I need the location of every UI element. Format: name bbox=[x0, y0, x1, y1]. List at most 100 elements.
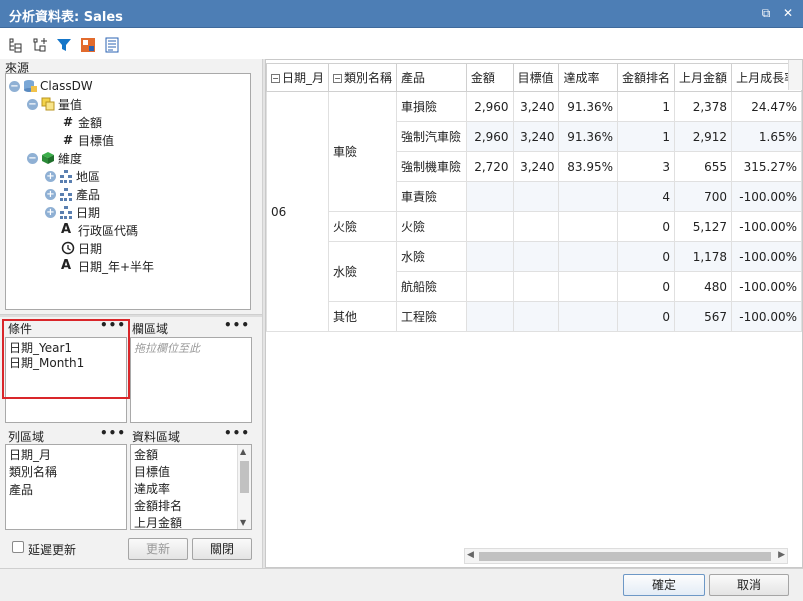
dialog-footer: 確定 取消 bbox=[0, 568, 803, 601]
close-panel-button[interactable]: 關閉 bbox=[192, 538, 252, 560]
close-icon[interactable]: ✕ bbox=[781, 6, 795, 20]
tree-node-measure[interactable]: # 金額 bbox=[61, 113, 102, 131]
cancel-button[interactable]: 取消 bbox=[709, 574, 789, 596]
tree-node-attribute[interactable]: A 日期_年+半年 bbox=[61, 257, 154, 275]
tree-node-dimension[interactable]: + 產品 bbox=[45, 185, 100, 203]
scroll-right-icon[interactable]: ▶ bbox=[778, 550, 785, 560]
tree-node-attribute[interactable]: 日期 bbox=[61, 239, 102, 257]
row-header-product[interactable]: 航船險 bbox=[396, 271, 467, 302]
row-field[interactable]: 類別名稱 bbox=[9, 463, 57, 480]
collapse-icon[interactable]: − bbox=[27, 98, 38, 110]
expand-icon[interactable]: + bbox=[45, 188, 56, 200]
header-cell-prev[interactable]: 上月金額 bbox=[674, 63, 733, 92]
row-header-category[interactable]: 火險 bbox=[328, 211, 398, 242]
data-menu-button[interactable]: ••• bbox=[224, 426, 250, 440]
grid-vertical-scrollbar[interactable] bbox=[788, 60, 802, 90]
expand-icon[interactable]: + bbox=[45, 206, 56, 218]
tree-node-measures[interactable]: − 量值 bbox=[27, 95, 82, 113]
clock-icon bbox=[61, 241, 75, 255]
cell-amount: 2,960 bbox=[465, 121, 514, 152]
row-header-month[interactable]: 06 bbox=[265, 91, 330, 332]
row-header-product[interactable]: 強制汽車險 bbox=[396, 121, 467, 152]
cell-target bbox=[512, 271, 560, 302]
cell-amount bbox=[465, 301, 514, 332]
scroll-down-icon[interactable]: ▼ bbox=[240, 518, 246, 527]
header-cell-target[interactable]: 目標值 bbox=[512, 63, 560, 92]
row-header-product[interactable]: 車責險 bbox=[396, 181, 467, 212]
data-zone[interactable]: 金額 目標值 達成率 金額排名 上月金額 ▲ ▼ bbox=[130, 444, 252, 530]
tree-node-dimension[interactable]: + 日期 bbox=[45, 203, 100, 221]
tree-node-root[interactable]: − ClassDW bbox=[9, 77, 93, 95]
row-header-product[interactable]: 強制機車險 bbox=[396, 151, 467, 182]
number-icon: # bbox=[62, 115, 74, 129]
data-field[interactable]: 金額 bbox=[134, 446, 158, 463]
settings-grid-icon[interactable] bbox=[80, 37, 96, 53]
scroll-thumb[interactable] bbox=[479, 552, 771, 561]
cell-growth: -100.00% bbox=[731, 271, 802, 302]
panel-splitter[interactable] bbox=[0, 314, 262, 317]
hierarchy-icon bbox=[60, 188, 72, 201]
columns-zone[interactable]: 拖拉欄位至此 bbox=[130, 337, 252, 423]
popout-icon[interactable]: ⧉ bbox=[759, 6, 773, 20]
report-icon[interactable] bbox=[104, 37, 120, 53]
cell-growth: 315.27% bbox=[731, 151, 802, 182]
scroll-left-icon[interactable]: ◀ bbox=[467, 550, 474, 560]
grid-horizontal-scrollbar[interactable]: ◀ ▶ bbox=[464, 548, 788, 564]
row-header-product[interactable]: 車損險 bbox=[396, 91, 467, 122]
row-field[interactable]: 產品 bbox=[9, 481, 33, 498]
header-cell-month[interactable]: − 日期_月 bbox=[265, 63, 330, 92]
row-field[interactable]: 日期_月 bbox=[9, 446, 51, 463]
rows-menu-button[interactable]: ••• bbox=[100, 426, 126, 440]
collapse-icon[interactable]: − bbox=[333, 74, 343, 83]
add-field-icon[interactable] bbox=[32, 37, 48, 53]
tree-node-dimension[interactable]: + 地區 bbox=[45, 167, 100, 185]
update-button[interactable]: 更新 bbox=[128, 538, 188, 560]
pivot-grid-panel: − 日期_月 − 類別名稱 產品 金額 目標值 達成率 金額排名 上月金額 上月成長… bbox=[265, 59, 803, 568]
collapse-icon[interactable]: − bbox=[27, 152, 38, 164]
header-cell-rate[interactable]: 達成率 bbox=[558, 63, 619, 92]
tree-node-measure[interactable]: # 目標值 bbox=[61, 131, 114, 149]
row-header-category[interactable]: 其他 bbox=[328, 301, 398, 332]
table-row: 其他 工程險 0 567 -100.00% bbox=[267, 301, 802, 332]
data-zone-scrollbar[interactable]: ▲ ▼ bbox=[237, 445, 251, 529]
tree-layout-icon[interactable] bbox=[8, 37, 24, 53]
row-header-category[interactable]: 車險 bbox=[328, 91, 398, 212]
tree-node-dimensions[interactable]: − 維度 bbox=[27, 149, 82, 167]
row-header-product[interactable]: 水險 bbox=[396, 241, 467, 272]
header-cell-category[interactable]: − 類別名稱 bbox=[328, 63, 398, 92]
cell-rate bbox=[558, 211, 619, 242]
cell-amount bbox=[465, 241, 514, 272]
window-title: 分析資料表: Sales bbox=[9, 10, 123, 25]
cell-amount bbox=[465, 271, 514, 302]
source-tree: − ClassDW − 量值 # 金額 # 目標值 − 維度 + 地區 + 產品… bbox=[5, 73, 251, 310]
highlight-box bbox=[2, 319, 130, 399]
tree-node-attribute[interactable]: A 行政區代碼 bbox=[61, 221, 138, 239]
header-cell-product[interactable]: 產品 bbox=[396, 63, 467, 92]
data-field[interactable]: 達成率 bbox=[134, 480, 170, 497]
cell-amount: 2,960 bbox=[465, 91, 514, 122]
data-field[interactable]: 上月金額 bbox=[134, 514, 182, 529]
rows-zone[interactable]: 日期_月 類別名稱 產品 bbox=[5, 444, 127, 530]
cell-rank: 0 bbox=[617, 241, 676, 272]
cell-growth: 24.47% bbox=[731, 91, 802, 122]
columns-menu-button[interactable]: ••• bbox=[224, 318, 250, 332]
ok-button[interactable]: 確定 bbox=[623, 574, 705, 596]
collapse-icon[interactable]: − bbox=[9, 80, 20, 92]
cell-growth: -100.00% bbox=[731, 241, 802, 272]
row-header-product[interactable]: 火險 bbox=[396, 211, 467, 242]
scroll-thumb[interactable] bbox=[240, 461, 249, 493]
cell-prev: 700 bbox=[674, 181, 733, 212]
data-field[interactable]: 目標值 bbox=[134, 463, 170, 480]
scroll-up-icon[interactable]: ▲ bbox=[240, 447, 246, 456]
defer-update-checkbox[interactable] bbox=[12, 541, 24, 553]
expand-icon[interactable]: + bbox=[45, 170, 56, 182]
header-cell-rank[interactable]: 金額排名 bbox=[617, 63, 676, 92]
filter-icon[interactable] bbox=[56, 37, 72, 53]
row-header-category[interactable]: 水險 bbox=[328, 241, 398, 302]
collapse-icon[interactable]: − bbox=[271, 74, 280, 83]
data-field[interactable]: 金額排名 bbox=[134, 497, 182, 514]
row-header-product[interactable]: 工程險 bbox=[396, 301, 467, 332]
cell-rate: 91.36% bbox=[558, 91, 619, 122]
table-row: 06 車險 車損險 2,960 3,240 91.36% 1 2,378 24.… bbox=[265, 91, 802, 332]
header-cell-amount[interactable]: 金額 bbox=[465, 63, 514, 92]
